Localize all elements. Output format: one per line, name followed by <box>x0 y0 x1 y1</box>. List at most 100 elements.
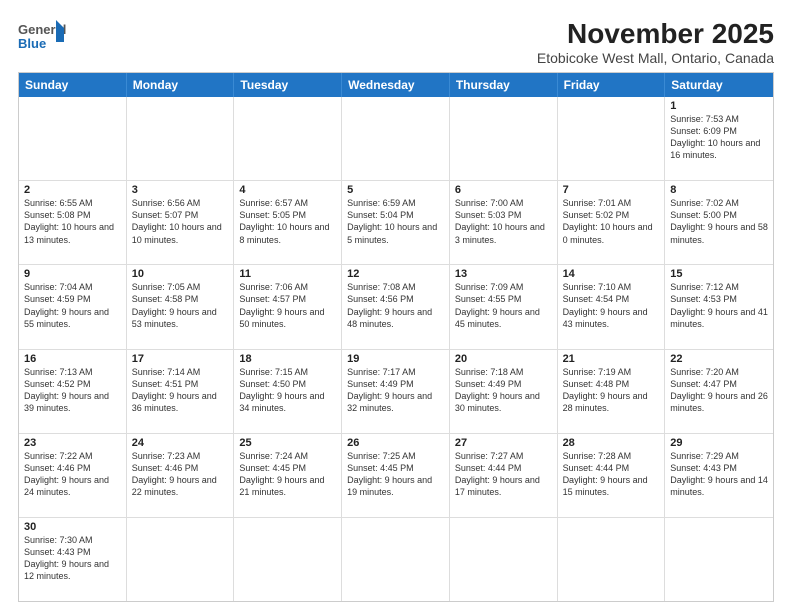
day-info: Sunrise: 7:53 AM Sunset: 6:09 PM Dayligh… <box>670 113 768 162</box>
calendar-day-30: 30Sunrise: 7:30 AM Sunset: 4:43 PM Dayli… <box>19 518 127 601</box>
day-number: 16 <box>24 353 121 365</box>
calendar-week-2: 2Sunrise: 6:55 AM Sunset: 5:08 PM Daylig… <box>19 181 773 265</box>
calendar-day-8: 8Sunrise: 7:02 AM Sunset: 5:00 PM Daylig… <box>665 181 773 264</box>
calendar-day-empty <box>127 97 235 180</box>
calendar-day-29: 29Sunrise: 7:29 AM Sunset: 4:43 PM Dayli… <box>665 434 773 517</box>
calendar-day-13: 13Sunrise: 7:09 AM Sunset: 4:55 PM Dayli… <box>450 265 558 348</box>
calendar-week-4: 16Sunrise: 7:13 AM Sunset: 4:52 PM Dayli… <box>19 350 773 434</box>
day-number: 9 <box>24 268 121 280</box>
day-header-thursday: Thursday <box>450 73 558 97</box>
day-info: Sunrise: 7:25 AM Sunset: 4:45 PM Dayligh… <box>347 450 444 499</box>
day-number: 19 <box>347 353 444 365</box>
calendar-day-12: 12Sunrise: 7:08 AM Sunset: 4:56 PM Dayli… <box>342 265 450 348</box>
calendar-day-17: 17Sunrise: 7:14 AM Sunset: 4:51 PM Dayli… <box>127 350 235 433</box>
day-info: Sunrise: 7:30 AM Sunset: 4:43 PM Dayligh… <box>24 534 121 583</box>
logo: General Blue <box>18 18 66 60</box>
calendar-day-7: 7Sunrise: 7:01 AM Sunset: 5:02 PM Daylig… <box>558 181 666 264</box>
day-info: Sunrise: 7:02 AM Sunset: 5:00 PM Dayligh… <box>670 197 768 246</box>
calendar-day-5: 5Sunrise: 6:59 AM Sunset: 5:04 PM Daylig… <box>342 181 450 264</box>
calendar-day-25: 25Sunrise: 7:24 AM Sunset: 4:45 PM Dayli… <box>234 434 342 517</box>
calendar-day-empty <box>558 518 666 601</box>
day-number: 29 <box>670 437 768 449</box>
day-number: 2 <box>24 184 121 196</box>
day-info: Sunrise: 7:13 AM Sunset: 4:52 PM Dayligh… <box>24 366 121 415</box>
calendar-day-empty <box>19 97 127 180</box>
day-info: Sunrise: 7:19 AM Sunset: 4:48 PM Dayligh… <box>563 366 660 415</box>
calendar-day-15: 15Sunrise: 7:12 AM Sunset: 4:53 PM Dayli… <box>665 265 773 348</box>
day-number: 30 <box>24 521 121 533</box>
day-info: Sunrise: 7:09 AM Sunset: 4:55 PM Dayligh… <box>455 281 552 330</box>
day-info: Sunrise: 7:24 AM Sunset: 4:45 PM Dayligh… <box>239 450 336 499</box>
day-number: 8 <box>670 184 768 196</box>
page-header: General Blue November 2025 Etobicoke Wes… <box>18 18 774 66</box>
calendar-week-6: 30Sunrise: 7:30 AM Sunset: 4:43 PM Dayli… <box>19 518 773 601</box>
day-number: 15 <box>670 268 768 280</box>
calendar-day-14: 14Sunrise: 7:10 AM Sunset: 4:54 PM Dayli… <box>558 265 666 348</box>
calendar-day-21: 21Sunrise: 7:19 AM Sunset: 4:48 PM Dayli… <box>558 350 666 433</box>
day-info: Sunrise: 7:05 AM Sunset: 4:58 PM Dayligh… <box>132 281 229 330</box>
day-info: Sunrise: 7:22 AM Sunset: 4:46 PM Dayligh… <box>24 450 121 499</box>
calendar-day-empty <box>450 518 558 601</box>
calendar-week-3: 9Sunrise: 7:04 AM Sunset: 4:59 PM Daylig… <box>19 265 773 349</box>
calendar-day-empty <box>342 97 450 180</box>
day-header-wednesday: Wednesday <box>342 73 450 97</box>
calendar-day-empty <box>234 518 342 601</box>
day-header-sunday: Sunday <box>19 73 127 97</box>
calendar-day-3: 3Sunrise: 6:56 AM Sunset: 5:07 PM Daylig… <box>127 181 235 264</box>
day-number: 13 <box>455 268 552 280</box>
page-subtitle: Etobicoke West Mall, Ontario, Canada <box>537 50 774 66</box>
calendar-day-27: 27Sunrise: 7:27 AM Sunset: 4:44 PM Dayli… <box>450 434 558 517</box>
day-number: 21 <box>563 353 660 365</box>
day-info: Sunrise: 7:15 AM Sunset: 4:50 PM Dayligh… <box>239 366 336 415</box>
calendar-day-2: 2Sunrise: 6:55 AM Sunset: 5:08 PM Daylig… <box>19 181 127 264</box>
day-info: Sunrise: 7:14 AM Sunset: 4:51 PM Dayligh… <box>132 366 229 415</box>
calendar-day-4: 4Sunrise: 6:57 AM Sunset: 5:05 PM Daylig… <box>234 181 342 264</box>
calendar-day-23: 23Sunrise: 7:22 AM Sunset: 4:46 PM Dayli… <box>19 434 127 517</box>
day-info: Sunrise: 7:00 AM Sunset: 5:03 PM Dayligh… <box>455 197 552 246</box>
calendar-day-9: 9Sunrise: 7:04 AM Sunset: 4:59 PM Daylig… <box>19 265 127 348</box>
calendar-day-empty <box>234 97 342 180</box>
svg-text:Blue: Blue <box>18 36 46 51</box>
day-info: Sunrise: 6:55 AM Sunset: 5:08 PM Dayligh… <box>24 197 121 246</box>
calendar-week-5: 23Sunrise: 7:22 AM Sunset: 4:46 PM Dayli… <box>19 434 773 518</box>
day-number: 1 <box>670 100 768 112</box>
day-number: 27 <box>455 437 552 449</box>
day-header-friday: Friday <box>558 73 666 97</box>
logo-svg: General Blue <box>18 18 66 60</box>
calendar-day-24: 24Sunrise: 7:23 AM Sunset: 4:46 PM Dayli… <box>127 434 235 517</box>
day-info: Sunrise: 7:10 AM Sunset: 4:54 PM Dayligh… <box>563 281 660 330</box>
calendar-day-18: 18Sunrise: 7:15 AM Sunset: 4:50 PM Dayli… <box>234 350 342 433</box>
day-number: 14 <box>563 268 660 280</box>
calendar-header-row: SundayMondayTuesdayWednesdayThursdayFrid… <box>19 73 773 97</box>
calendar-day-empty <box>558 97 666 180</box>
day-info: Sunrise: 7:29 AM Sunset: 4:43 PM Dayligh… <box>670 450 768 499</box>
day-info: Sunrise: 7:01 AM Sunset: 5:02 PM Dayligh… <box>563 197 660 246</box>
calendar-day-22: 22Sunrise: 7:20 AM Sunset: 4:47 PM Dayli… <box>665 350 773 433</box>
day-number: 17 <box>132 353 229 365</box>
calendar-day-empty <box>450 97 558 180</box>
calendar-day-28: 28Sunrise: 7:28 AM Sunset: 4:44 PM Dayli… <box>558 434 666 517</box>
day-number: 5 <box>347 184 444 196</box>
day-info: Sunrise: 6:59 AM Sunset: 5:04 PM Dayligh… <box>347 197 444 246</box>
day-info: Sunrise: 7:12 AM Sunset: 4:53 PM Dayligh… <box>670 281 768 330</box>
day-header-monday: Monday <box>127 73 235 97</box>
day-number: 20 <box>455 353 552 365</box>
calendar-day-11: 11Sunrise: 7:06 AM Sunset: 4:57 PM Dayli… <box>234 265 342 348</box>
calendar-week-1: 1Sunrise: 7:53 AM Sunset: 6:09 PM Daylig… <box>19 97 773 181</box>
calendar-day-19: 19Sunrise: 7:17 AM Sunset: 4:49 PM Dayli… <box>342 350 450 433</box>
day-info: Sunrise: 7:23 AM Sunset: 4:46 PM Dayligh… <box>132 450 229 499</box>
day-info: Sunrise: 7:17 AM Sunset: 4:49 PM Dayligh… <box>347 366 444 415</box>
calendar: SundayMondayTuesdayWednesdayThursdayFrid… <box>18 72 774 602</box>
calendar-day-20: 20Sunrise: 7:18 AM Sunset: 4:49 PM Dayli… <box>450 350 558 433</box>
calendar-day-empty <box>127 518 235 601</box>
calendar-day-26: 26Sunrise: 7:25 AM Sunset: 4:45 PM Dayli… <box>342 434 450 517</box>
day-info: Sunrise: 7:08 AM Sunset: 4:56 PM Dayligh… <box>347 281 444 330</box>
day-number: 10 <box>132 268 229 280</box>
day-info: Sunrise: 6:56 AM Sunset: 5:07 PM Dayligh… <box>132 197 229 246</box>
calendar-day-empty <box>665 518 773 601</box>
day-number: 28 <box>563 437 660 449</box>
title-block: November 2025 Etobicoke West Mall, Ontar… <box>537 18 774 66</box>
day-info: Sunrise: 7:06 AM Sunset: 4:57 PM Dayligh… <box>239 281 336 330</box>
day-info: Sunrise: 7:27 AM Sunset: 4:44 PM Dayligh… <box>455 450 552 499</box>
day-number: 7 <box>563 184 660 196</box>
